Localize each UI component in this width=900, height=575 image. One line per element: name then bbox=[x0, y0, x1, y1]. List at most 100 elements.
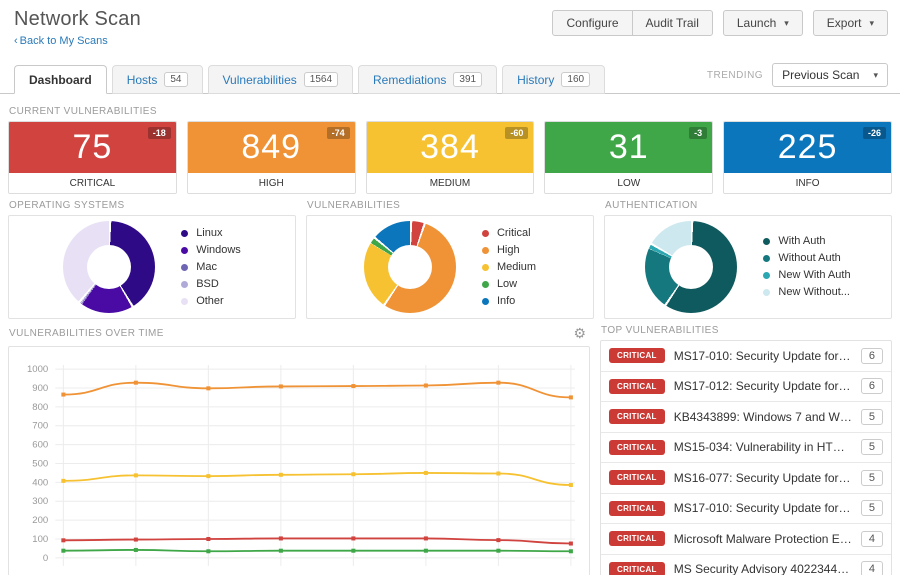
vulnerability-row[interactable]: CRITICAL MS17-010: Security Update for Mi… bbox=[601, 494, 891, 524]
legend-label: Low bbox=[496, 277, 518, 290]
info-card[interactable]: 225 -26 INFO bbox=[723, 121, 892, 194]
legend-dot bbox=[763, 289, 771, 296]
svg-text:900: 900 bbox=[32, 383, 48, 394]
medium-card[interactable]: 384 -60 MEDIUM bbox=[365, 121, 535, 194]
vulnerability-row[interactable]: CRITICAL Microsoft Malware Protection Eng… bbox=[601, 524, 891, 555]
legend-label: Without Auth bbox=[778, 252, 841, 264]
card-delta-badge: -26 bbox=[862, 127, 886, 139]
vulnerability-row[interactable]: CRITICAL MS Security Advisory 4022344: Se… bbox=[601, 555, 891, 575]
severity-badge: CRITICAL bbox=[609, 561, 665, 575]
card-count: 849 bbox=[241, 128, 302, 166]
severity-badge: CRITICAL bbox=[609, 348, 665, 364]
vulnerability-name: MS17-010: Security Update for Microsoft … bbox=[673, 348, 852, 363]
top-vulnerabilities-section: TOP VULNERABILITIES CRITICAL MS17-010: Se… bbox=[600, 319, 892, 575]
audit-trail-button[interactable]: Audit Trail bbox=[631, 10, 713, 36]
gear-icon[interactable]: ⚙ bbox=[573, 325, 586, 342]
line-chart-panel: 0 100 200 300 400 500 600 700 800 900 1000 bbox=[8, 346, 590, 575]
launch-button[interactable]: Launch ▾ bbox=[722, 10, 803, 36]
section-label: AUTHENTICATION bbox=[605, 200, 698, 211]
severity-badge: CRITICAL bbox=[609, 378, 665, 394]
vulnerability-count: 5 bbox=[860, 500, 883, 517]
section-label: OPERATING SYSTEMS bbox=[9, 200, 125, 211]
card-color-area: 75 -18 bbox=[9, 122, 176, 173]
trending-select[interactable]: Previous Scan ▾ bbox=[772, 63, 888, 87]
tab-hosts[interactable]: Hosts 54 bbox=[111, 65, 203, 94]
line-series-low bbox=[63, 549, 571, 553]
tab-remediations[interactable]: Remediations 391 bbox=[358, 65, 498, 94]
severity-badge: CRITICAL bbox=[609, 531, 665, 547]
donut-legend: Critical High Medium Low Info bbox=[481, 225, 537, 310]
over-time-label: VULNERABILITIES OVER TIME bbox=[9, 328, 164, 339]
legend-label: Windows bbox=[196, 243, 241, 256]
legend-item: Info bbox=[481, 293, 536, 310]
back-link[interactable]: ‹ Back to My Scans bbox=[14, 35, 108, 47]
chevron-left-icon: ‹ bbox=[14, 35, 18, 47]
legend-item: Other bbox=[181, 293, 241, 310]
vulnerability-row[interactable]: CRITICAL MS16-077: Security Update for WP… bbox=[601, 463, 891, 494]
legend-dot bbox=[481, 263, 489, 271]
legend-item: Mac bbox=[181, 259, 241, 276]
configure-button[interactable]: Configure bbox=[552, 10, 633, 36]
legend-dot bbox=[763, 272, 771, 279]
top-vulnerabilities-list: CRITICAL MS17-010: Security Update for Mi… bbox=[600, 340, 892, 575]
vulnerability-row[interactable]: CRITICAL MS15-034: Vulnerability in HTTP.… bbox=[601, 433, 891, 463]
legend-label: Linux bbox=[196, 226, 223, 239]
legend-item: Linux bbox=[181, 225, 241, 242]
vulnerability-row[interactable]: CRITICAL KB4343899: Windows 7 and Windows… bbox=[601, 402, 891, 433]
tab-count-badge: 160 bbox=[561, 72, 591, 87]
legend-label: With Auth bbox=[778, 235, 826, 247]
tabs: Dashboard Hosts 54 Vulnerabilities 1564 Remed… bbox=[14, 65, 610, 94]
card-delta-badge: -60 bbox=[505, 127, 529, 139]
vulnerability-name: KB4343899: Windows 7 and Windows Server … bbox=[673, 409, 852, 424]
tab-count-badge: 391 bbox=[453, 72, 483, 87]
svg-text:1000: 1000 bbox=[27, 364, 48, 375]
svg-text:0: 0 bbox=[43, 553, 48, 564]
back-link-label: Back to My Scans bbox=[19, 35, 108, 47]
vulnerability-row[interactable]: CRITICAL MS17-010: Security Update for Mi… bbox=[601, 341, 891, 372]
page-header: Network Scan ‹ Back to My Scans Configure… bbox=[0, 0, 900, 53]
vulnerability-count: 6 bbox=[860, 347, 883, 364]
card-severity-label: HIGH bbox=[187, 173, 355, 193]
line-series-high bbox=[63, 381, 571, 399]
legend-dot bbox=[481, 297, 489, 305]
legend-dot bbox=[481, 280, 489, 288]
svg-text:700: 700 bbox=[32, 421, 48, 432]
legend-dot bbox=[481, 246, 489, 254]
legend-dot bbox=[181, 229, 189, 237]
export-button-label: Export bbox=[826, 16, 862, 30]
legend-dot bbox=[763, 238, 771, 245]
low-card[interactable]: 31 -3 LOW bbox=[544, 121, 714, 194]
vulnerability-name: MS Security Advisory 4022344: Security U… bbox=[673, 562, 852, 575]
legend-dot bbox=[181, 263, 189, 271]
caret-down-icon: ▾ bbox=[869, 17, 874, 28]
card-delta-badge: -74 bbox=[326, 127, 350, 139]
legend-label: Mac bbox=[196, 260, 217, 273]
tab-vulnerabilities[interactable]: Vulnerabilities 1564 bbox=[207, 65, 354, 94]
export-button[interactable]: Export ▾ bbox=[812, 10, 888, 36]
card-severity-label: MEDIUM bbox=[366, 173, 534, 193]
tab-dashboard[interactable]: Dashboard bbox=[14, 65, 107, 94]
vulnerability-row[interactable]: CRITICAL MS17-012: Security Update for Mi… bbox=[601, 372, 891, 402]
vulnerability-name: MS15-034: Vulnerability in HTTP.sys Coul… bbox=[673, 440, 852, 455]
card-count: 225 bbox=[777, 128, 838, 166]
legend-label: High bbox=[496, 243, 520, 256]
tab-label: Vulnerabilities bbox=[222, 72, 297, 87]
donut-panel: With Auth Without Auth New With Auth New Wi… bbox=[604, 215, 892, 319]
severity-badge: CRITICAL bbox=[609, 470, 665, 486]
severity-cards: 75 -18 CRITICAL 849 -74 HIGH 384 -60 MEDIUM 31 -3 L… bbox=[8, 121, 892, 194]
donut-chart bbox=[63, 221, 156, 313]
critical-card[interactable]: 75 -18 CRITICAL bbox=[8, 121, 177, 194]
svg-text:800: 800 bbox=[32, 402, 48, 413]
title-block: Network Scan ‹ Back to My Scans bbox=[14, 8, 141, 49]
tab-history[interactable]: History 160 bbox=[502, 65, 606, 94]
donut-legend: With Auth Without Auth New With Auth New Wi… bbox=[763, 233, 851, 301]
legend-item: Windows bbox=[181, 242, 241, 259]
legend-item: High bbox=[481, 242, 536, 259]
dashboard-content: CURRENT VULNERABILITIES 75 -18 CRITICAL 849… bbox=[0, 94, 900, 575]
vulnerability-name: Microsoft Malware Protection Engine < 1.… bbox=[673, 531, 852, 546]
legend-label: New Without... bbox=[778, 286, 850, 298]
donut-panel: Critical High Medium Low Info bbox=[306, 215, 594, 319]
high-card[interactable]: 849 -74 HIGH bbox=[186, 121, 356, 194]
legend-label: Medium bbox=[496, 260, 537, 273]
legend-dot bbox=[763, 255, 771, 262]
